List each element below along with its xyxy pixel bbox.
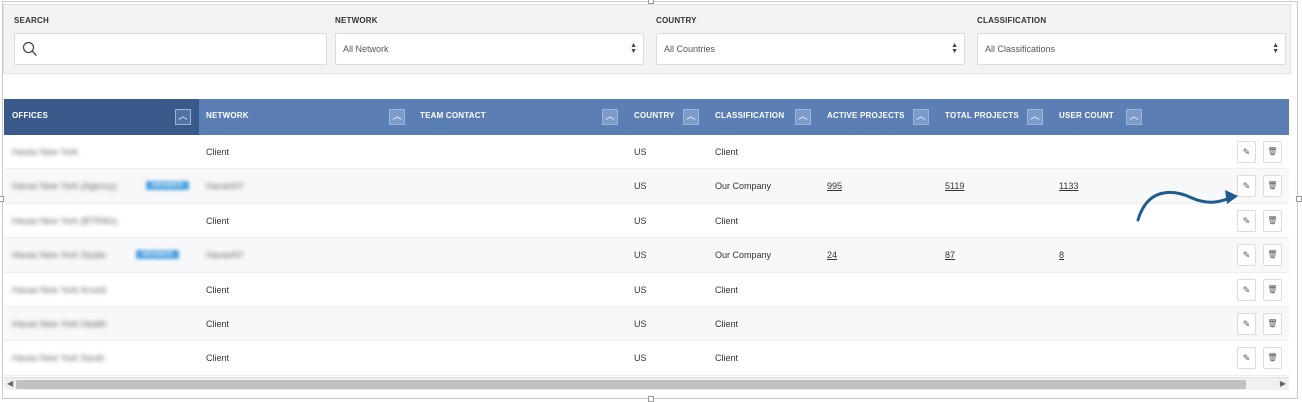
column-header-active-projects[interactable]: ACTIVE PROJECTS ︿ — [820, 99, 938, 135]
classification-cell: Client — [715, 215, 739, 226]
network-select[interactable]: All Network ▲ ▼ — [335, 33, 644, 65]
chevron-up-icon[interactable]: ︿ — [602, 109, 618, 125]
table-row[interactable]: Havas New York Studio MEMBER HavasNY US Our … — [4, 238, 1289, 273]
pencil-icon[interactable]: ✎ — [1237, 347, 1256, 370]
member-badge: MEMBER — [146, 181, 189, 191]
network-cell: Client — [206, 215, 230, 226]
office-name-cell[interactable]: Havas New York (BTRWs) — [12, 216, 117, 226]
trash-icon[interactable]: 🗑 — [1263, 209, 1282, 232]
pencil-icon[interactable]: ✎ — [1237, 278, 1256, 301]
column-header-network[interactable]: NETWORK ︿ — [199, 99, 413, 135]
classification-cell: Our Company — [715, 181, 772, 192]
chevron-up-icon[interactable]: ︿ — [1027, 109, 1043, 125]
chevron-up-icon[interactable]: ︿ — [389, 109, 405, 125]
select-caret-icon: ▲ ▼ — [630, 42, 637, 55]
country-cell: US — [634, 215, 647, 226]
search-input[interactable] — [14, 33, 327, 65]
office-name-cell[interactable]: Havas New York Arnold — [12, 285, 106, 295]
column-header-total-projects[interactable]: TOTAL PROJECTS ︿ — [938, 99, 1052, 135]
table-row[interactable]: Havas New York (Agency) MEMBER HavasNY US Ou… — [4, 169, 1289, 204]
table-row[interactable]: Havas New York Client US Client ✎ 🗑 — [4, 135, 1289, 170]
active-projects-link[interactable]: 24 — [827, 250, 837, 260]
classification-cell: Our Company — [715, 250, 772, 261]
table-header: OFFICES ︿ NETWORK ︿ TEAM CONTACT ︿ COUNT… — [4, 99, 1289, 135]
pencil-icon[interactable]: ✎ — [1237, 141, 1256, 163]
column-header-team-contact[interactable]: TEAM CONTACT ︿ — [413, 99, 627, 135]
column-header-user-count[interactable]: USER COUNT ︿ — [1052, 99, 1152, 135]
network-select-value: All Network — [343, 44, 389, 54]
classification-label: CLASSIFICATION — [977, 16, 1047, 25]
classification-cell: Client — [715, 318, 739, 329]
trash-icon[interactable]: 🗑 — [1263, 175, 1282, 198]
network-cell: HavasNY — [206, 250, 245, 261]
trash-icon[interactable]: 🗑 — [1263, 278, 1282, 301]
total-projects-link[interactable]: 5119 — [945, 181, 964, 191]
scroll-right-icon[interactable]: ▶ — [1280, 379, 1286, 388]
classification-cell: Client — [715, 284, 739, 295]
country-label: COUNTRY — [656, 16, 697, 25]
pencil-icon[interactable]: ✎ — [1237, 312, 1256, 335]
chevron-up-icon[interactable]: ︿ — [683, 109, 699, 125]
pencil-icon[interactable]: ✎ — [1237, 244, 1256, 267]
scroll-left-icon[interactable]: ◀ — [7, 379, 13, 388]
filter-bar: SEARCH NETWORK All Network ▲ ▼ COUNTRY Al… — [3, 4, 1291, 74]
office-name-cell[interactable]: Havas New York (Agency) — [12, 181, 117, 191]
office-name-cell[interactable]: Havas New York Health — [12, 319, 107, 329]
network-cell: Client — [206, 147, 230, 157]
trash-icon[interactable]: 🗑 — [1263, 347, 1282, 370]
select-caret-icon: ▲ ▼ — [1272, 42, 1279, 55]
table-row[interactable]: Havas New York Sarah Client US Client ✎ 🗑 — [4, 341, 1289, 376]
trash-icon[interactable]: 🗑 — [1263, 141, 1282, 163]
classification-cell: Client — [715, 147, 739, 157]
country-cell: US — [634, 147, 647, 157]
column-header-classification[interactable]: CLASSIFICATION ︿ — [708, 99, 820, 135]
active-projects-link[interactable]: 995 — [827, 181, 842, 191]
network-cell: Client — [206, 284, 230, 295]
table-row[interactable]: Havas New York Health Client US Client ✎ 🗑 — [4, 306, 1289, 342]
classification-select[interactable]: All Classifications ▲ ▼ — [977, 33, 1286, 65]
network-cell: HavasNY — [206, 181, 245, 192]
trash-icon[interactable]: 🗑 — [1263, 312, 1282, 335]
office-name-cell[interactable]: Havas New York — [12, 147, 78, 157]
member-badge: MEMBER — [136, 250, 179, 260]
network-cell: Client — [206, 353, 230, 364]
network-label: NETWORK — [335, 16, 378, 25]
chevron-up-icon[interactable]: ︿ — [175, 109, 191, 125]
country-select[interactable]: All Countries ▲ ▼ — [656, 33, 965, 65]
search-icon — [22, 41, 37, 56]
column-header-offices[interactable]: OFFICES ︿ — [4, 99, 199, 135]
annotation-arrow-icon — [1136, 190, 1238, 222]
select-caret-icon: ▲ ▼ — [951, 42, 958, 55]
user-count-link[interactable]: 8 — [1059, 250, 1064, 260]
chevron-up-icon[interactable]: ︿ — [795, 109, 811, 125]
classification-select-value: All Classifications — [985, 44, 1056, 54]
scrollbar-thumb[interactable] — [16, 380, 1246, 389]
trash-icon[interactable]: 🗑 — [1263, 244, 1282, 267]
table-body: Havas New York Client US Client ✎ 🗑 Havas New … — [4, 135, 1289, 376]
search-label: SEARCH — [14, 16, 49, 25]
country-cell: US — [634, 181, 647, 192]
offices-table: OFFICES ︿ NETWORK ︿ TEAM CONTACT ︿ COUNT… — [4, 99, 1289, 376]
classification-cell: Client — [715, 353, 739, 364]
country-cell: US — [634, 250, 647, 261]
office-name-cell[interactable]: Havas New York Studio — [12, 250, 106, 260]
user-count-link[interactable]: 1133 — [1059, 181, 1078, 191]
resize-handle-right[interactable] — [1296, 196, 1302, 202]
country-cell: US — [634, 284, 647, 295]
country-cell: US — [634, 353, 647, 364]
chevron-up-icon[interactable]: ︿ — [1126, 109, 1142, 125]
table-row[interactable]: Havas New York (BTRWs) Client US Client ✎ 🗑 — [4, 203, 1289, 239]
country-select-value: All Countries — [664, 44, 716, 54]
horizontal-scrollbar[interactable]: ◀ ▶ — [4, 377, 1289, 390]
total-projects-link[interactable]: 87 — [945, 250, 955, 260]
network-cell: Client — [206, 318, 230, 329]
chevron-up-icon[interactable]: ︿ — [913, 109, 929, 125]
office-name-cell[interactable]: Havas New York Sarah — [12, 353, 105, 363]
country-cell: US — [634, 318, 647, 329]
column-header-country[interactable]: COUNTRY ︿ — [627, 99, 708, 135]
resize-handle-bottom[interactable] — [648, 396, 654, 402]
table-row[interactable]: Havas New York Arnold Client US Client ✎ 🗑 — [4, 272, 1289, 307]
